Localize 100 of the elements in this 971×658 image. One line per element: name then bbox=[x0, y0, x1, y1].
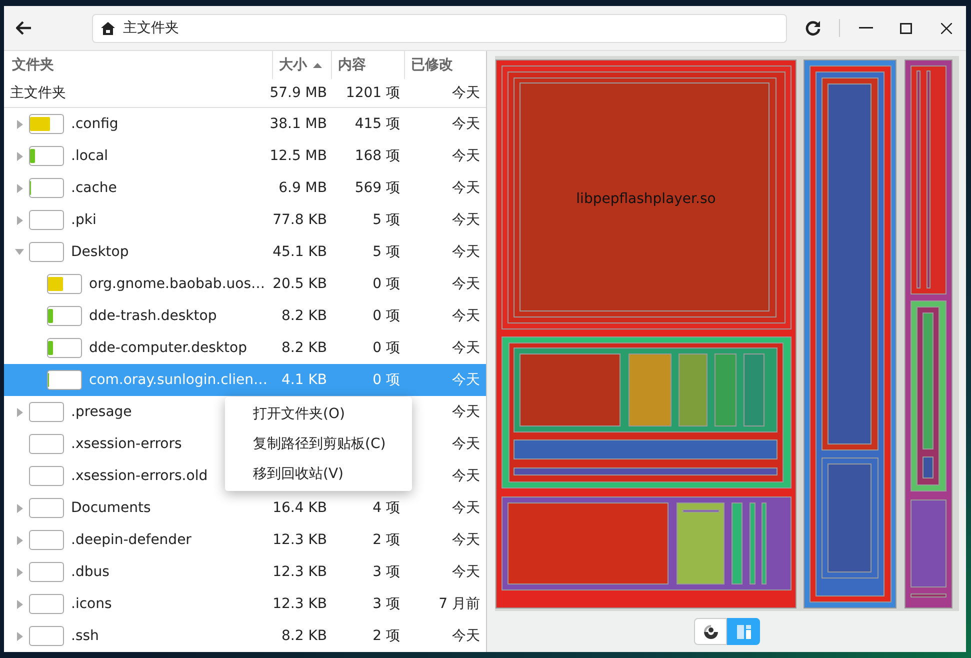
minimize-icon bbox=[859, 27, 873, 29]
file-size: 16.4 KB bbox=[272, 500, 327, 516]
item-count: 569 项 bbox=[354, 179, 400, 197]
file-size: 6.9 MB bbox=[278, 180, 327, 196]
column-header[interactable]: 大小 bbox=[272, 51, 331, 79]
modified-date: 今天 bbox=[452, 435, 480, 453]
treemap-drawing[interactable] bbox=[496, 60, 952, 608]
item-count: 0 项 bbox=[372, 275, 400, 293]
file-size: 12.3 KB bbox=[272, 532, 327, 548]
size-bar bbox=[47, 338, 82, 358]
file-size: 57.9 MB bbox=[270, 85, 327, 101]
maximize-icon bbox=[900, 22, 912, 34]
column-header[interactable]: 已修改 bbox=[404, 51, 486, 79]
item-count: 0 项 bbox=[372, 339, 400, 357]
item-count: 2 项 bbox=[372, 627, 400, 645]
item-count: 168 项 bbox=[354, 147, 400, 165]
file-name: dde-trash.desktop bbox=[89, 308, 217, 324]
item-count: 3 项 bbox=[372, 595, 400, 613]
item-count: 4 项 bbox=[372, 499, 400, 517]
modified-date: 今天 bbox=[452, 627, 480, 645]
modified-date: 7 月前 bbox=[438, 595, 480, 613]
file-size: 8.2 KB bbox=[282, 308, 327, 324]
item-count: 415 项 bbox=[354, 115, 400, 133]
expand-arrow-icon[interactable] bbox=[16, 568, 22, 576]
modified-date: 今天 bbox=[452, 147, 480, 165]
size-bar bbox=[29, 242, 64, 262]
file-name: .xsession-errors.old bbox=[71, 468, 208, 484]
column-header[interactable]: 内容 bbox=[331, 51, 404, 79]
file-name: .icons bbox=[71, 596, 112, 612]
back-arrow-icon bbox=[16, 21, 32, 35]
file-name: .local bbox=[71, 148, 108, 164]
column-header[interactable]: 文件夹 bbox=[4, 51, 272, 79]
expand-arrow-icon[interactable] bbox=[16, 408, 22, 416]
size-bar bbox=[29, 146, 64, 166]
item-count: 1201 项 bbox=[346, 84, 400, 102]
file-size: 12.5 MB bbox=[270, 148, 327, 164]
rings-view-button[interactable] bbox=[694, 618, 727, 645]
expand-arrow-icon[interactable] bbox=[16, 216, 22, 224]
expand-arrow-icon[interactable] bbox=[16, 504, 22, 512]
menu-item[interactable]: 复制路径到剪贴板(C) bbox=[225, 429, 412, 459]
expand-arrow-icon[interactable] bbox=[16, 184, 22, 192]
size-bar bbox=[29, 466, 64, 486]
modified-date: 今天 bbox=[452, 179, 480, 197]
expand-arrow-icon[interactable] bbox=[16, 632, 22, 640]
file-name: .ssh bbox=[71, 628, 99, 644]
item-count: 0 项 bbox=[372, 371, 400, 389]
size-bar bbox=[29, 626, 64, 646]
treemap-icon bbox=[736, 624, 752, 640]
modified-date: 今天 bbox=[452, 499, 480, 517]
file-name: com.oray.sunlogin.clien… bbox=[89, 372, 268, 388]
rings-chart-icon bbox=[702, 622, 720, 640]
expand-arrow-icon[interactable] bbox=[16, 600, 22, 608]
file-size: 45.1 KB bbox=[272, 244, 327, 260]
size-bar bbox=[29, 114, 64, 134]
modified-date: 今天 bbox=[452, 115, 480, 133]
file-name: Desktop bbox=[71, 244, 129, 260]
item-count: 2 项 bbox=[372, 531, 400, 549]
size-bar bbox=[29, 178, 64, 198]
modified-date: 今天 bbox=[452, 211, 480, 229]
item-count: 0 项 bbox=[372, 307, 400, 325]
file-size: 38.1 MB bbox=[270, 116, 327, 132]
modified-date: 今天 bbox=[452, 339, 480, 357]
close-icon bbox=[940, 22, 952, 34]
size-bar bbox=[47, 370, 82, 390]
size-bar bbox=[29, 498, 64, 518]
file-size: 12.3 KB bbox=[272, 596, 327, 612]
location-field[interactable]: 主文件夹 bbox=[92, 14, 787, 42]
expand-arrow-icon[interactable] bbox=[16, 536, 22, 544]
file-size: 8.2 KB bbox=[282, 628, 327, 644]
expand-arrow-icon[interactable] bbox=[16, 120, 22, 128]
expand-arrow-icon[interactable] bbox=[16, 152, 22, 160]
modified-date: 今天 bbox=[452, 403, 480, 421]
menu-item[interactable]: 打开文件夹(O) bbox=[225, 399, 412, 429]
file-name: dde-computer.desktop bbox=[89, 340, 247, 356]
modified-date: 今天 bbox=[452, 84, 480, 102]
file-name: .presage bbox=[71, 404, 132, 420]
modified-date: 今天 bbox=[452, 531, 480, 549]
folder-name: 主文件夹 bbox=[10, 84, 66, 102]
modified-date: 今天 bbox=[452, 275, 480, 293]
file-size: 8.2 KB bbox=[282, 340, 327, 356]
size-bar bbox=[29, 434, 64, 454]
treemap-label: libpepflashplayer.so bbox=[576, 191, 716, 207]
size-bar bbox=[29, 594, 64, 614]
file-name: .config bbox=[71, 116, 118, 132]
item-count: 5 项 bbox=[372, 211, 400, 229]
size-bar bbox=[29, 562, 64, 582]
reload-icon bbox=[805, 20, 821, 36]
size-bar bbox=[29, 402, 64, 422]
file-size: 77.8 KB bbox=[272, 212, 327, 228]
file-size: 12.3 KB bbox=[272, 564, 327, 580]
modified-date: 今天 bbox=[452, 563, 480, 581]
modified-date: 今天 bbox=[452, 467, 480, 485]
menu-item[interactable]: 移到回收站(V) bbox=[225, 459, 412, 489]
file-name: .dbus bbox=[71, 564, 110, 580]
modified-date: 今天 bbox=[452, 307, 480, 325]
collapse-arrow-icon[interactable] bbox=[15, 249, 24, 255]
size-bar bbox=[29, 210, 64, 230]
file-name: Documents bbox=[71, 500, 151, 516]
file-size: 4.1 KB bbox=[282, 372, 327, 388]
sort-ascending-icon bbox=[313, 62, 322, 68]
